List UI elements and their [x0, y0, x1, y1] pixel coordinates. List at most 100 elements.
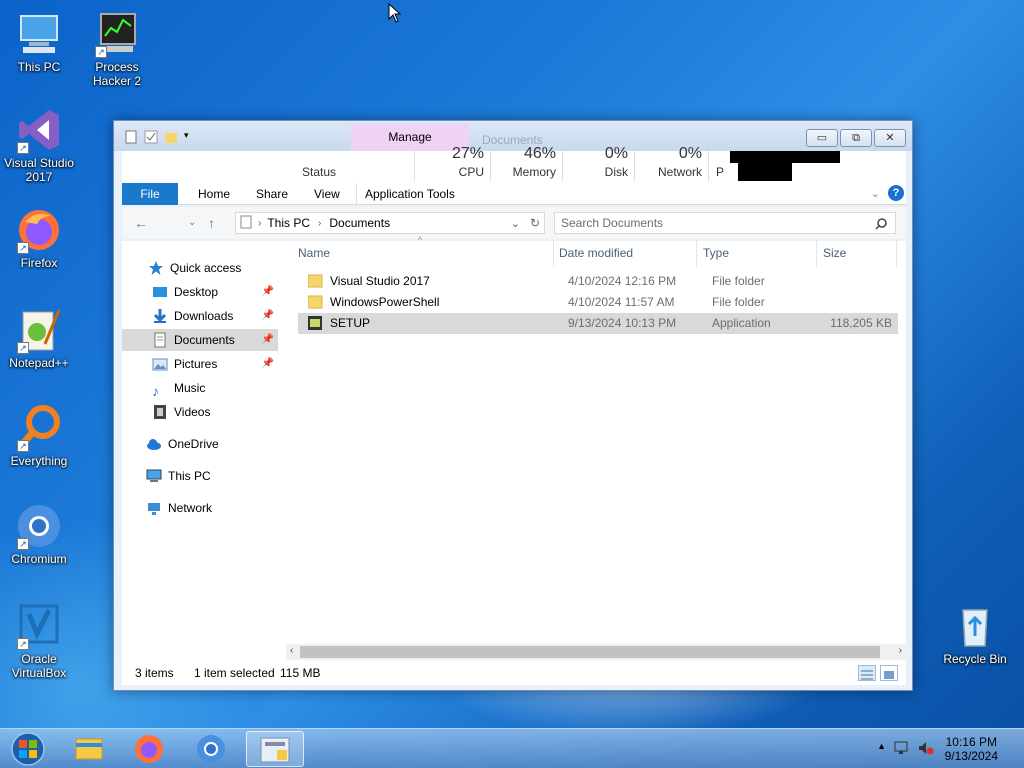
virtualbox-icon: ↗: [15, 602, 63, 650]
desktop-icon-visual-studio[interactable]: ↗ Visual Studio 2017: [0, 106, 79, 184]
close-button[interactable]: ✕: [874, 129, 906, 147]
maximize-button[interactable]: ⧉: [840, 129, 872, 147]
ribbon-tabs: File Home Share View Application Tools ⌄…: [122, 183, 906, 205]
scrollbar-thumb[interactable]: [300, 646, 880, 658]
nav-pictures[interactable]: Pictures 📌: [152, 353, 278, 375]
scroll-left-icon[interactable]: ‹: [290, 645, 293, 656]
desktop-icon-virtualbox[interactable]: ↗ Oracle VirtualBox: [0, 602, 79, 680]
nav-this-pc[interactable]: This PC: [146, 465, 278, 487]
status-bar: 3 items 1 item selected 115 MB: [122, 661, 906, 685]
table-row[interactable]: SETUP 9/13/2024 10:13 PM Application 118…: [298, 313, 898, 334]
explorer-window[interactable]: ▾ Manage Documents ▭ ⧉ ✕ Status 27% CPU …: [113, 120, 913, 691]
nav-downloads[interactable]: Downloads 📌: [152, 305, 278, 327]
file-size: 118,205 KB: [830, 316, 892, 330]
taskbar-chromium[interactable]: [182, 731, 240, 767]
nav-music[interactable]: ♪ Music: [152, 377, 278, 399]
taskbar-file-explorer[interactable]: [60, 731, 118, 767]
volume-muted-icon[interactable]: [918, 741, 934, 758]
clock-date: 9/13/2024: [944, 749, 998, 763]
pictures-icon: [152, 356, 168, 372]
expand-ribbon-icon[interactable]: ⌄: [871, 187, 880, 200]
desktop-icon-label: Recycle Bin: [943, 652, 1007, 666]
show-hidden-icons-icon[interactable]: ▲: [877, 741, 886, 758]
process-hacker-icon: ↗: [93, 10, 141, 58]
back-arrow-icon[interactable]: ←: [134, 215, 148, 231]
computer-icon: [146, 468, 162, 484]
nav-videos[interactable]: Videos: [152, 401, 278, 423]
up-arrow-icon[interactable]: ↑: [208, 215, 215, 231]
tab-home[interactable]: Home: [190, 183, 238, 205]
nav-onedrive[interactable]: OneDrive: [146, 433, 278, 455]
column-header-name[interactable]: Name: [298, 241, 548, 271]
redacted-block: [730, 151, 840, 163]
desktop-icon: [152, 284, 168, 300]
disk-label: Disk: [604, 165, 628, 179]
new-folder-icon[interactable]: [164, 130, 178, 144]
minimize-button[interactable]: ▭: [806, 129, 838, 147]
address-bar[interactable]: › This PC › Documents ⌄ ↻: [235, 212, 545, 234]
start-button[interactable]: [4, 730, 52, 768]
address-dropdown-icon[interactable]: ⌄: [511, 217, 520, 230]
table-row[interactable]: WindowsPowerShell 4/10/2024 11:57 AM Fil…: [298, 292, 898, 313]
taskbar-explorer-window[interactable]: [246, 731, 304, 767]
desktop-icon-everything[interactable]: ↗ Everything: [0, 404, 79, 468]
tab-view[interactable]: View: [306, 183, 348, 205]
desktop-icon-notepadpp[interactable]: ↗ Notepad++: [0, 306, 79, 370]
pin-icon[interactable]: 📌: [262, 329, 274, 351]
taskbar-clock[interactable]: 10:16 PM 9/13/2024: [945, 735, 998, 763]
desktop-icon-chromium[interactable]: ↗ Chromium: [0, 502, 79, 566]
file-list: ^ Name Date modified Type Size Visual St…: [286, 235, 906, 641]
help-icon[interactable]: ?: [888, 185, 904, 201]
selection-count: 1 item selected: [194, 666, 275, 680]
selection-size: 115 MB: [280, 666, 321, 680]
disk-value: 0%: [604, 145, 628, 162]
navigation-pane[interactable]: Quick access Desktop 📌 Downloads 📌 Docum…: [122, 241, 280, 661]
refresh-icon[interactable]: ↻: [530, 216, 540, 230]
nav-label: Downloads: [174, 309, 234, 323]
column-header-type[interactable]: Type: [703, 241, 729, 271]
breadcrumb-documents[interactable]: Documents: [329, 216, 390, 230]
nav-label: Pictures: [174, 357, 218, 371]
nav-label: This PC: [168, 469, 211, 483]
nav-network[interactable]: Network: [146, 497, 278, 519]
pin-icon[interactable]: 📌: [262, 281, 274, 303]
scroll-right-icon[interactable]: ›: [899, 645, 902, 656]
search-input[interactable]: Search Documents: [554, 212, 896, 234]
pin-icon[interactable]: 📌: [262, 305, 274, 327]
chevron-right-icon: ›: [318, 217, 322, 229]
desktop-icon-recycle-bin[interactable]: Recycle Bin: [935, 602, 1015, 666]
nav-documents[interactable]: Documents 📌: [122, 329, 278, 351]
desktop-icon-label: Visual Studio 2017: [4, 156, 74, 184]
desktop-icon-process-hacker[interactable]: ↗ Process Hacker 2: [77, 10, 157, 88]
properties-icon[interactable]: [124, 130, 138, 144]
network-tray-icon[interactable]: [894, 741, 910, 758]
taskbar-firefox[interactable]: [120, 731, 178, 767]
desktop-icon-label: Everything: [10, 454, 68, 468]
tab-share[interactable]: Share: [248, 183, 296, 205]
pin-icon[interactable]: 📌: [262, 353, 274, 375]
large-icons-view-button[interactable]: [880, 665, 898, 681]
nav-quick-access[interactable]: Quick access: [148, 257, 278, 279]
desktop-icon-this-pc[interactable]: This PC: [0, 10, 79, 74]
column-header-size[interactable]: Size: [823, 241, 846, 271]
nav-desktop[interactable]: Desktop 📌: [152, 281, 278, 303]
column-header-date[interactable]: Date modified: [559, 241, 633, 271]
tab-file[interactable]: File: [122, 183, 178, 205]
file-date: 9/13/2024 10:13 PM: [568, 316, 677, 330]
nav-label: Network: [168, 501, 213, 515]
tab-application-tools[interactable]: Application Tools: [356, 183, 463, 205]
desktop-icon-firefox[interactable]: ↗ Firefox: [0, 206, 79, 270]
network-label: Network: [657, 165, 702, 179]
memory-label: Memory: [512, 165, 556, 179]
computer-icon: [15, 10, 63, 58]
chevron-down-icon[interactable]: ▾: [184, 130, 198, 144]
file-date: 4/10/2024 11:57 AM: [568, 295, 675, 309]
checkmark-icon[interactable]: [144, 130, 158, 144]
memory-meter: 46% Memory: [494, 146, 556, 180]
horizontal-scrollbar[interactable]: ‹ ›: [286, 644, 906, 660]
memory-value: 46%: [523, 145, 556, 162]
breadcrumb-this-pc[interactable]: This PC: [267, 216, 310, 230]
table-row[interactable]: Visual Studio 2017 4/10/2024 12:16 PM Fi…: [298, 271, 898, 292]
details-view-button[interactable]: [858, 665, 876, 681]
recent-chevron-icon[interactable]: ⌄: [188, 217, 196, 228]
